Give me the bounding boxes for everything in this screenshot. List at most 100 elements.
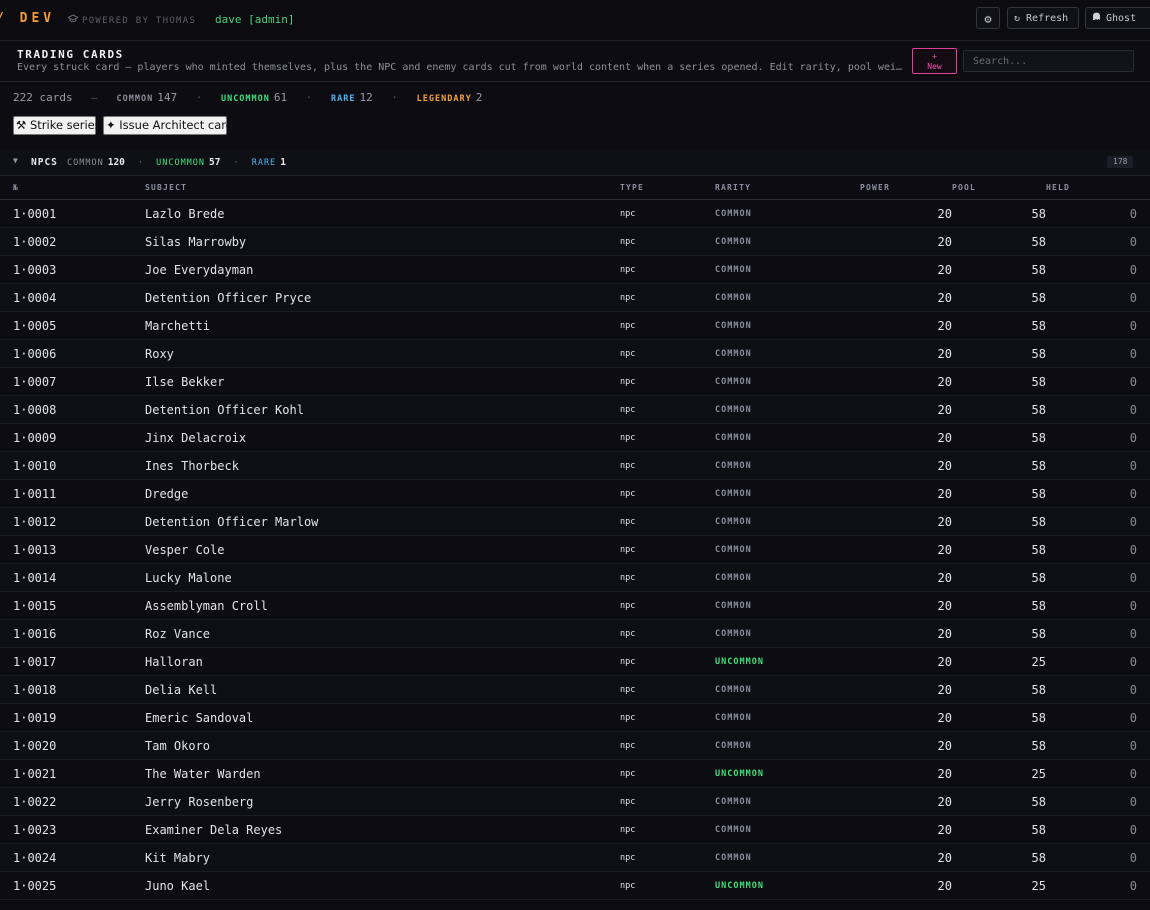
table-row[interactable]: 1·0005 Marchetti npc COMMON 20 58 0 [0,311,1150,340]
card-rarity: COMMON [715,815,860,844]
card-pool: 58 [952,199,1046,228]
card-subject: Juno Kael [145,871,620,900]
card-held: 0 [1046,339,1150,368]
column-header-held[interactable]: HELD [1046,176,1150,200]
card-rarity: COMMON [715,367,860,396]
card-rarity: COMMON [715,451,860,480]
card-type: npc [620,395,715,424]
card-subject: Joe Everydayman [145,255,620,284]
powered-by: POWERED BY THOMAS [66,14,196,26]
table-row[interactable]: 1·0021 The Water Warden npc UNCOMMON 20 25 0 [0,759,1150,788]
table-row[interactable]: 1·0014 Lucky Malone npc COMMON 20 58 0 [0,563,1150,592]
column-header-id[interactable]: № [0,176,145,200]
card-rarity: COMMON [715,255,860,284]
column-header-subject[interactable]: SUBJECT [145,176,620,200]
card-type: npc [620,507,715,536]
card-id: 1·0001 [0,199,145,228]
card-pool: 58 [952,311,1046,340]
common-label: COMMON [116,94,154,104]
card-held: 0 [1046,479,1150,508]
column-header-power[interactable]: POWER [860,176,952,200]
card-held: 0 [1046,787,1150,816]
table-row[interactable]: 1·0024 Kit Mabry npc COMMON 20 58 0 [0,843,1150,872]
card-rarity: UNCOMMON [715,647,860,676]
legendary-count: 2 [475,91,483,104]
table-row[interactable]: 1·0002 Silas Marrowby npc COMMON 20 58 0 [0,227,1150,256]
card-rarity: COMMON [715,591,860,620]
column-header-rarity[interactable]: RARITY [715,176,860,200]
new-card-button[interactable]: + New [912,48,957,74]
ghost-icon [1092,12,1101,24]
new-button-label: + New [927,52,942,71]
common-count: 147 [157,91,178,104]
card-held: 0 [1046,563,1150,592]
card-id: 1·0022 [0,787,145,816]
card-power: 20 [860,451,952,480]
card-pool: 58 [952,395,1046,424]
table-row[interactable]: 1·0008 Detention Officer Kohl npc COMMON 20 5… [0,395,1150,424]
table-row[interactable]: 1·0006 Roxy npc COMMON 20 58 0 [0,339,1150,368]
card-held: 0 [1046,731,1150,760]
table-row[interactable]: 1·0020 Tam Okoro npc COMMON 20 58 0 [0,731,1150,760]
table-row[interactable]: 1·0023 Examiner Dela Reyes npc COMMON 20 58 0 [0,815,1150,844]
card-rarity: COMMON [715,339,860,368]
card-power: 20 [860,619,952,648]
card-power: 20 [860,199,952,228]
group-header-npcs[interactable]: ▼ NPCS COMMON 120 · UNCOMMON 57 · RARE 1 17… [0,150,1150,176]
card-power: 20 [860,339,952,368]
card-type: npc [620,759,715,788]
app-brand[interactable]: / DEV [0,11,55,26]
card-held: 0 [1046,843,1150,872]
search-input[interactable] [963,50,1134,72]
card-subject: Detention Officer Pryce [145,283,620,312]
table-row[interactable]: 1·0012 Detention Officer Marlow npc COMMON 2… [0,507,1150,536]
card-held: 0 [1046,283,1150,312]
table-row[interactable]: 1·0011 Dredge npc COMMON 20 58 0 [0,479,1150,508]
table-row[interactable]: 1·0018 Delia Kell npc COMMON 20 58 0 [0,675,1150,704]
table-row[interactable]: 1·0015 Assemblyman Croll npc COMMON 20 58 0 [0,591,1150,620]
card-type: npc [620,227,715,256]
card-pool: 58 [952,507,1046,536]
strike-series-button[interactable]: ⚒ Strike series [13,116,101,135]
card-subject: Ines Thorbeck [145,451,620,480]
card-held: 0 [1046,423,1150,452]
table-row[interactable]: 1·0013 Vesper Cole npc COMMON 20 58 0 [0,535,1150,564]
table-row[interactable]: 1·0010 Ines Thorbeck npc COMMON 20 58 0 [0,451,1150,480]
graduation-cap-icon [66,14,80,26]
group-common-count: 120 [107,157,125,168]
table-row[interactable]: 1·0009 Jinx Delacroix npc COMMON 20 58 0 [0,423,1150,452]
issue-architect-card-button[interactable]: ✦ Issue Architect card [103,116,233,135]
table-row[interactable]: 1·0007 Ilse Bekker npc COMMON 20 58 0 [0,367,1150,396]
card-id: 1·0005 [0,311,145,340]
column-header-pool[interactable]: POOL [952,176,1046,200]
ghost-button[interactable]: Ghost [1085,7,1150,29]
card-id: 1·0010 [0,451,145,480]
card-subject: Jinx Delacroix [145,423,620,452]
card-subject: Examiner Dela Reyes [145,815,620,844]
card-subject: The Water Warden [145,759,620,788]
card-subject: Ilse Bekker [145,367,620,396]
table-row[interactable]: 1·0016 Roz Vance npc COMMON 20 58 0 [0,619,1150,648]
table-row[interactable]: 1·0004 Detention Officer Pryce npc COMMON 20… [0,283,1150,312]
page-title: TRADING CARDS [17,48,124,61]
card-power: 20 [860,703,952,732]
card-held: 0 [1046,255,1150,284]
uncommon-label: UNCOMMON [220,94,270,104]
table-row[interactable]: 1·0025 Juno Kael npc UNCOMMON 20 25 0 [0,871,1150,900]
refresh-button[interactable]: ↻ Refresh [1007,7,1079,29]
table-row[interactable]: 1·0019 Emeric Sandoval npc COMMON 20 58 0 [0,703,1150,732]
settings-button[interactable]: ⚙ [976,7,1000,29]
card-id: 1·0024 [0,843,145,872]
card-subject: Silas Marrowby [145,227,620,256]
user-badge[interactable]: dave [admin] [215,13,294,26]
legendary-label: LEGENDARY [416,94,472,104]
table-row[interactable]: 1·0022 Jerry Rosenberg npc COMMON 20 58 0 [0,787,1150,816]
column-header-type[interactable]: TYPE [620,176,715,200]
table-row[interactable]: 1·0017 Halloran npc UNCOMMON 20 25 0 [0,647,1150,676]
card-rarity: COMMON [715,563,860,592]
table-row[interactable]: 1·0003 Joe Everydayman npc COMMON 20 58 0 [0,255,1150,284]
card-subject: Detention Officer Kohl [145,395,620,424]
card-id: 1·0013 [0,535,145,564]
collapse-toggle-icon[interactable]: ▼ [13,156,18,165]
table-row[interactable]: 1·0001 Lazlo Brede npc COMMON 20 58 0 [0,199,1150,228]
